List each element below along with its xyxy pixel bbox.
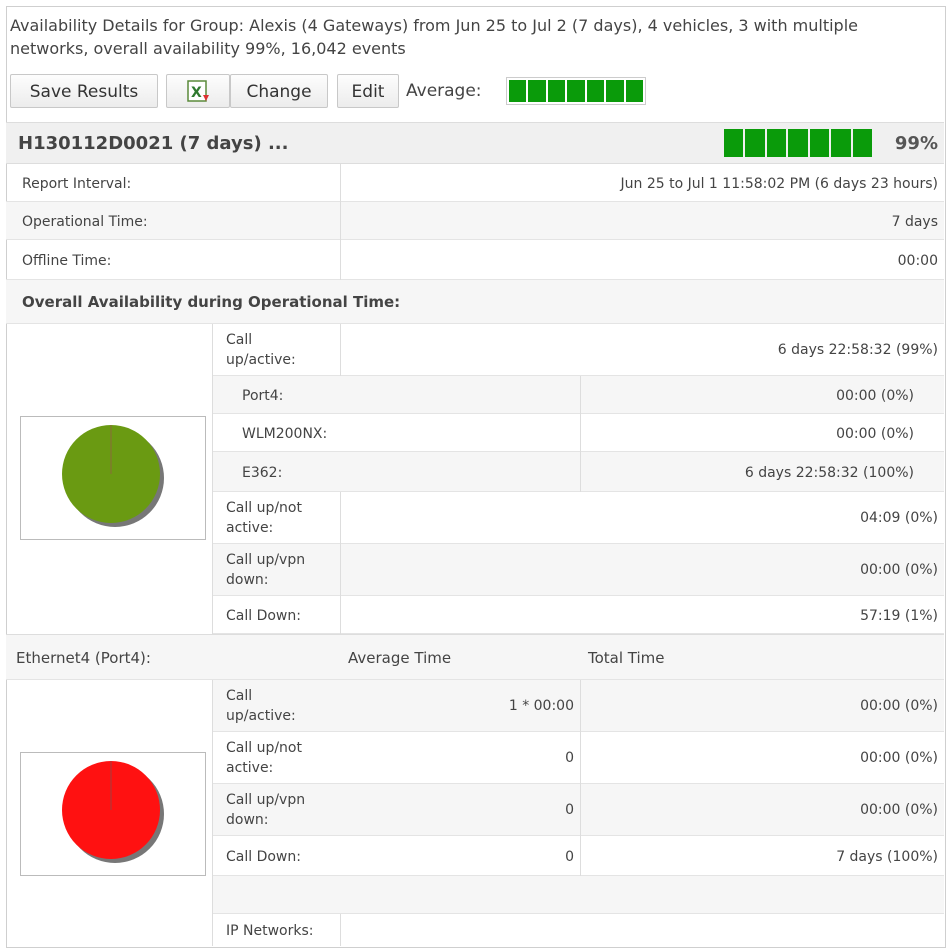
overall-call-up-not-active-label-line1: Call up/not: [226, 500, 302, 516]
overall-call-up-active-label-line2: up/active:: [226, 352, 296, 368]
overall-pie-chart: [20, 416, 206, 540]
overall-call-up-vpn-down-label-line1: Call up/vpn: [226, 552, 306, 568]
port4-value: 00:00 (0%): [836, 388, 914, 404]
average-time-header: Average Time: [348, 649, 452, 667]
excel-export-icon: X: [187, 80, 209, 102]
e362-value: 6 days 22:58:32 (100%): [744, 465, 914, 481]
eth-call-down-row: Call Down: 0 7 days (100%): [212, 836, 944, 876]
overall-call-down-label: Call Down:: [226, 608, 301, 624]
ethernet-header: Ethernet4 (Port4): Average Time Total Ti…: [6, 634, 944, 680]
eth-call-up-active-row: Call up/active: 1 * 00:00 00:00 (0%): [212, 680, 944, 732]
average-availability-bar: [506, 77, 646, 105]
eth-call-up-vpn-down-avg: 0: [565, 802, 574, 818]
total-time-header: Total Time: [588, 649, 665, 667]
eth-call-up-not-active-total: 00:00 (0%): [860, 750, 938, 766]
overall-availability-title: Overall Availability during Operational …: [22, 293, 401, 311]
overall-call-up-vpn-down-label-line2: down:: [226, 572, 269, 588]
ethernet-title: Ethernet4 (Port4):: [16, 649, 151, 667]
report-interval-label: Report Interval:: [22, 176, 132, 192]
eth-call-down-avg: 0: [565, 849, 574, 865]
report-caption: Availability Details for Group: Alexis (…: [10, 16, 858, 58]
overall-call-up-not-active-row: Call up/not active: 04:09 (0%): [212, 492, 944, 544]
eth-call-up-vpn-down-row: Call up/vpn down: 0 00:00 (0%): [212, 784, 944, 836]
offline-time-label: Offline Time:: [22, 253, 112, 269]
overall-call-up-vpn-down-row: Call up/vpn down: 00:00 (0%): [212, 544, 944, 596]
offline-time-value: 00:00: [897, 253, 938, 269]
eth-call-up-not-active-label-line2: active:: [226, 760, 274, 776]
eth-call-up-vpn-down-label-line2: down:: [226, 812, 269, 828]
eth-call-up-active-label-line2: up/active:: [226, 708, 296, 724]
report-interval-row: Report Interval: Jun 25 to Jul 1 11:58:0…: [6, 164, 944, 202]
operational-time-value: 7 days: [891, 214, 938, 230]
eth-call-up-not-active-label-line1: Call up/not: [226, 740, 302, 756]
wlm200nx-row: WLM200NX: 00:00 (0%): [212, 414, 944, 452]
overall-call-up-not-active-label-line2: active:: [226, 520, 274, 536]
edit-button[interactable]: Edit: [337, 74, 399, 108]
change-button[interactable]: Change: [230, 74, 328, 108]
overall-call-up-active-label-line1: Call: [226, 332, 253, 348]
offline-time-row: Offline Time: 00:00: [6, 240, 944, 280]
e362-label: E362:: [242, 465, 283, 481]
eth-call-up-not-active-row: Call up/not active: 0 00:00 (0%): [212, 732, 944, 784]
ethernet-pie-chart: [20, 752, 206, 876]
average-label: Average:: [406, 81, 482, 101]
gateway-header: H130112D0021 (7 days) ... 99%: [6, 122, 944, 164]
overall-call-up-not-active-value: 04:09 (0%): [860, 510, 938, 526]
eth-call-down-label: Call Down:: [226, 849, 301, 865]
operational-time-label: Operational Time:: [22, 214, 148, 230]
eth-spacer-row: [212, 876, 944, 914]
overall-call-down-value: 57:19 (1%): [860, 608, 938, 624]
port4-label: Port4:: [242, 388, 284, 404]
report-interval-value: Jun 25 to Jul 1 11:58:02 PM (6 days 23 h…: [620, 176, 939, 192]
wlm200nx-label: WLM200NX:: [242, 426, 328, 442]
eth-call-up-active-avg: 1 * 00:00: [508, 698, 574, 714]
gateway-name[interactable]: H130112D0021 (7 days) ...: [18, 133, 288, 154]
eth-call-down-total: 7 days (100%): [836, 849, 938, 865]
ip-networks-row: IP Networks:: [212, 914, 944, 946]
overall-call-up-active-value: 6 days 22:58:32 (99%): [777, 342, 938, 358]
save-results-button[interactable]: Save Results: [10, 74, 158, 108]
overall-call-up-vpn-down-value: 00:00 (0%): [860, 562, 938, 578]
eth-call-up-vpn-down-label-line1: Call up/vpn: [226, 792, 306, 808]
overall-call-up-active-row: Call up/active: 6 days 22:58:32 (99%): [212, 324, 944, 376]
overall-availability-header: Overall Availability during Operational …: [6, 280, 944, 324]
operational-time-row: Operational Time: 7 days: [6, 202, 944, 240]
overall-call-down-row: Call Down: 57:19 (1%): [212, 596, 944, 634]
gateway-availability-bar: [724, 129, 872, 157]
ip-networks-label: IP Networks:: [226, 923, 314, 939]
port4-row: Port4: 00:00 (0%): [212, 376, 944, 414]
excel-export-button[interactable]: X: [166, 74, 230, 108]
eth-call-up-active-total: 00:00 (0%): [860, 698, 938, 714]
svg-text:X: X: [191, 85, 202, 101]
wlm200nx-value: 00:00 (0%): [836, 426, 914, 442]
e362-row: E362: 6 days 22:58:32 (100%): [212, 452, 944, 492]
eth-call-up-vpn-down-total: 00:00 (0%): [860, 802, 938, 818]
gateway-availability-percent: 99%: [894, 133, 938, 154]
eth-call-up-active-label-line1: Call: [226, 688, 253, 704]
eth-call-up-not-active-avg: 0: [565, 750, 574, 766]
